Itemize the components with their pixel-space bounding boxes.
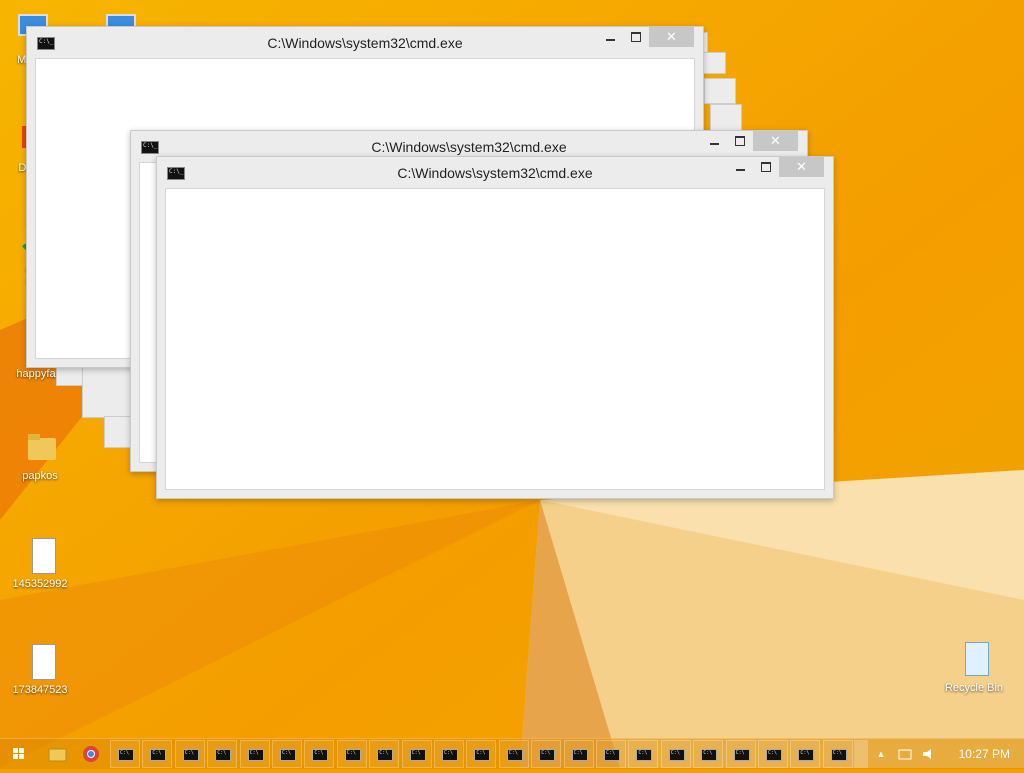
taskbar-cmd-button[interactable] xyxy=(142,740,173,768)
maximize-icon xyxy=(735,136,745,146)
desktop-icon-file-145352992[interactable]: 145352992 xyxy=(10,536,70,590)
taskbar-cmd-button[interactable] xyxy=(822,740,853,768)
taskbar-cmd-button[interactable] xyxy=(660,740,691,768)
cmd-icon xyxy=(571,749,588,761)
cmd-icon xyxy=(604,749,620,761)
cmd-icon xyxy=(766,749,782,761)
console-area[interactable] xyxy=(165,188,825,490)
taskbar-cmd-button[interactable] xyxy=(498,740,529,768)
taskbar-clock[interactable]: 10:27 PM xyxy=(959,747,1010,761)
cmd-window-front[interactable]: C:\Windows\system32\cmd.exe ✕ xyxy=(156,156,834,499)
taskbar-cmd-button[interactable] xyxy=(725,740,756,768)
network-icon[interactable] xyxy=(894,740,916,768)
cmd-icon xyxy=(506,749,523,761)
taskbar-cmd-button[interactable] xyxy=(628,740,659,768)
cmd-icon xyxy=(474,749,491,761)
maximize-button[interactable] xyxy=(623,27,649,47)
desktop-icon-recycle-bin[interactable]: Recycle Bin xyxy=(944,640,1004,694)
cmd-icon xyxy=(118,749,134,761)
folder-icon xyxy=(48,748,67,762)
close-button[interactable]: ✕ xyxy=(753,131,798,151)
title-bar[interactable]: C:\Windows\system32\cmd.exe ✕ xyxy=(27,27,703,57)
taskbar-cmd-button[interactable] xyxy=(239,740,270,768)
taskbar-scroll-button[interactable] xyxy=(854,740,868,768)
taskbar-cmd-button[interactable] xyxy=(434,740,464,768)
minimize-icon xyxy=(606,39,615,41)
taskbar-cmd-button[interactable] xyxy=(110,740,140,768)
minimize-button[interactable] xyxy=(597,27,623,47)
cmd-icon xyxy=(312,749,329,761)
taskbar-cmd-button[interactable] xyxy=(596,740,626,768)
minimize-icon xyxy=(710,143,719,145)
taskbar-cmd-button[interactable] xyxy=(207,740,238,768)
close-button[interactable]: ✕ xyxy=(649,27,694,47)
maximize-button[interactable] xyxy=(753,157,779,177)
cmd-icon xyxy=(182,749,199,761)
taskbar-cmd-button[interactable] xyxy=(304,740,335,768)
cmd-icon xyxy=(701,749,718,761)
taskbar-cmd-button[interactable] xyxy=(272,740,302,768)
file-explorer-button[interactable] xyxy=(42,740,72,768)
cmd-icon xyxy=(830,749,847,761)
taskbar-cmd-button[interactable] xyxy=(563,740,594,768)
cmd-icon xyxy=(280,749,296,761)
cmd-icon xyxy=(442,749,458,761)
cmd-icon xyxy=(733,749,750,761)
chrome-icon xyxy=(83,746,99,762)
cmd-icon xyxy=(215,749,232,761)
taskbar-cmd-button[interactable] xyxy=(758,740,788,768)
text-file-icon xyxy=(22,536,58,576)
taskbar-cmd-button[interactable] xyxy=(336,740,367,768)
show-hidden-icons-button[interactable]: ▲ xyxy=(872,740,890,768)
cmd-icon xyxy=(798,749,815,761)
taskbar: ▲ 10:27 PM xyxy=(0,738,1024,769)
cmd-icon xyxy=(539,749,556,761)
recycle-bin-icon xyxy=(956,640,992,680)
taskbar-cmd-button[interactable] xyxy=(369,740,400,768)
minimize-button[interactable] xyxy=(727,157,753,177)
windows-logo-icon xyxy=(13,748,24,759)
volume-icon[interactable] xyxy=(918,740,940,768)
maximize-icon xyxy=(761,162,771,172)
cmd-icon xyxy=(247,749,264,761)
taskbar-cmd-button[interactable] xyxy=(401,740,432,768)
window-stack-remnants-left xyxy=(52,360,134,450)
taskbar-cmd-button[interactable] xyxy=(531,740,562,768)
cmd-icon xyxy=(377,749,394,761)
taskbar-cmd-button[interactable] xyxy=(174,740,205,768)
cmd-icon xyxy=(668,749,685,761)
taskbar-cmd-button[interactable] xyxy=(466,740,497,768)
cmd-icon xyxy=(344,749,361,761)
cmd-icon xyxy=(150,749,167,761)
start-button[interactable] xyxy=(4,740,34,768)
cmd-icon xyxy=(636,749,653,761)
cmd-icon xyxy=(409,749,426,761)
maximize-button[interactable] xyxy=(727,131,753,151)
text-file-icon xyxy=(22,642,58,682)
minimize-icon xyxy=(736,169,745,171)
chrome-button[interactable] xyxy=(76,740,106,768)
taskbar-cmd-button[interactable] xyxy=(790,740,821,768)
title-bar[interactable]: C:\Windows\system32\cmd.exe ✕ xyxy=(157,157,833,187)
maximize-icon xyxy=(631,32,641,42)
minimize-button[interactable] xyxy=(701,131,727,151)
close-button[interactable]: ✕ xyxy=(779,157,824,177)
taskbar-cmd-button[interactable] xyxy=(693,740,724,768)
desktop-icon-file-173847523[interactable]: 173847523 xyxy=(10,642,70,696)
